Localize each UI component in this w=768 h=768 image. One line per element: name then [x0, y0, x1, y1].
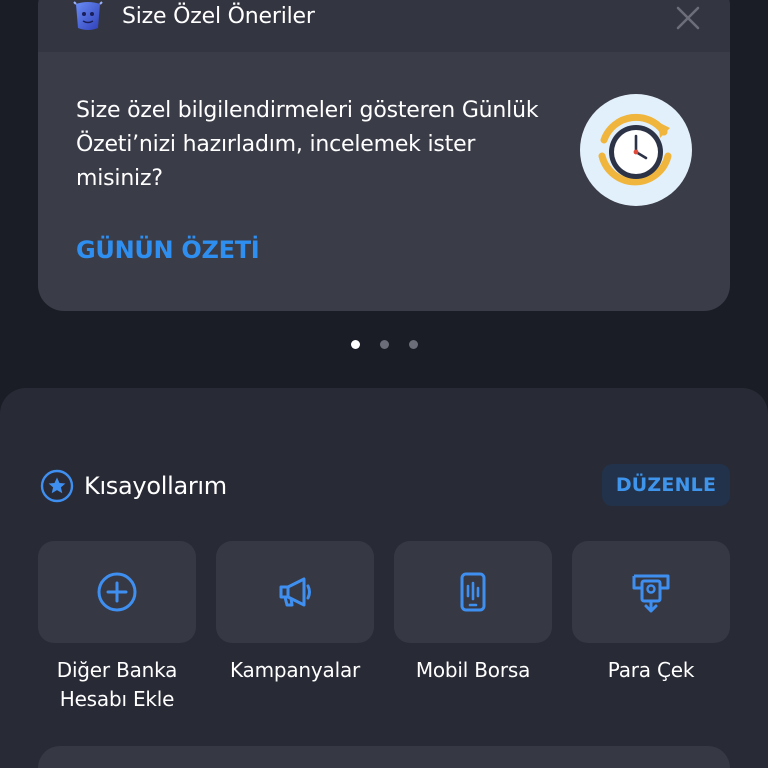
shortcut-label: Kampanyalar [229, 658, 361, 682]
pager-dot-active[interactable] [351, 340, 360, 349]
shortcut-mobile-stock[interactable] [394, 541, 552, 643]
suggestion-card-title: Size Özel Öneriler [122, 4, 315, 29]
pager-dot[interactable] [409, 340, 418, 349]
edit-shortcuts-button[interactable]: DÜZENLE [602, 464, 730, 506]
plus-circle-icon [97, 572, 137, 612]
pager-dot[interactable] [380, 340, 389, 349]
suggestion-card[interactable]: Size Özel Öneriler Size özel bilgilendir… [38, 0, 730, 311]
shortcut-label: Diğer Banka Hesabı Ekle [56, 658, 178, 711]
assistant-logo-icon [73, 1, 103, 30]
suggestion-card-message: Size özel bilgilendirmeleri gösteren Gün… [76, 98, 539, 191]
suggestion-card-header: Size Özel Öneriler [38, 0, 730, 52]
atm-withdraw-icon [632, 574, 670, 613]
clock-icon [580, 94, 692, 206]
shortcut-label: Mobil Borsa [415, 658, 531, 682]
megaphone-icon [279, 577, 311, 607]
shortcut-add-bank-account[interactable] [38, 541, 196, 643]
next-section-card[interactable] [38, 746, 730, 768]
stock-phone-icon [460, 572, 486, 612]
daily-summary-link[interactable]: GÜNÜN ÖZETİ [76, 236, 260, 264]
carousel-pager [0, 338, 768, 350]
close-icon[interactable] [674, 4, 702, 32]
star-icon [40, 469, 74, 503]
shortcut-campaigns[interactable] [216, 541, 374, 643]
shortcut-withdraw-cash[interactable] [572, 541, 730, 643]
shortcuts-title: Kısayollarım [84, 472, 227, 500]
shortcut-label: Para Çek [607, 658, 695, 682]
